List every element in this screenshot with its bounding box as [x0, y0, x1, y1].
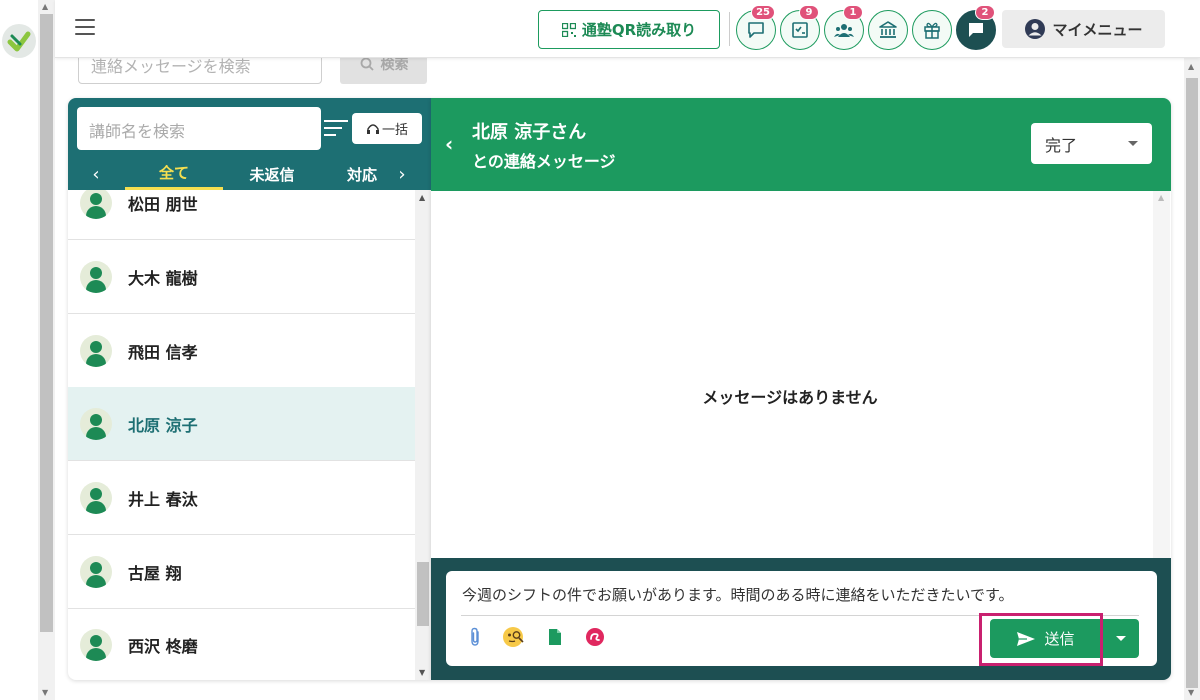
scroll-up-arrow-icon[interactable]: ▲: [1158, 193, 1164, 202]
scroll-up-arrow-icon[interactable]: ▲: [42, 2, 48, 11]
teacher-list-scrollbar[interactable]: ▲ ▼: [415, 190, 431, 680]
teacher-search-input[interactable]: 講師名を検索: [77, 107, 321, 150]
teacher-name: 井上 春汰: [128, 489, 198, 509]
top-header: 通塾QR読み取り 25 9 1 2 マイメニュー: [55, 0, 1200, 58]
link-tag-icon[interactable]: [582, 624, 608, 650]
notification-badge: 9: [799, 5, 819, 20]
my-menu-button[interactable]: マイメニュー: [1002, 10, 1165, 48]
list-item[interactable]: 大木 龍樹: [68, 240, 415, 314]
avatar: [80, 628, 112, 661]
attachment-icon[interactable]: [462, 624, 488, 650]
teacher-list-panel: 講師名を検索 一括 ‹ 全て 未返信 対応 › 松田 朋世 大木 龍樹 飛田 信…: [68, 98, 431, 680]
message-icon[interactable]: 2: [956, 5, 996, 50]
bulk-button[interactable]: 一括: [352, 113, 422, 144]
notification-badge: 2: [975, 5, 995, 20]
app-logo-icon[interactable]: [2, 24, 36, 58]
my-menu-label: マイメニュー: [1052, 20, 1143, 39]
scroll-down-arrow-icon[interactable]: ▼: [419, 668, 425, 677]
tab-handled[interactable]: 対応: [321, 158, 387, 190]
checklist-icon[interactable]: 9: [780, 5, 820, 50]
sidebar-scrollbar[interactable]: ▲ ▼: [38, 0, 55, 700]
send-options-dropdown[interactable]: [1103, 619, 1139, 658]
teacher-list-header: 講師名を検索 一括 ‹ 全て 未返信 対応 ›: [68, 98, 431, 190]
teacher-list: 松田 朋世 大木 龍樹 飛田 信孝 北原 涼子 井上 春汰 古屋 翔 西沢 柊磨: [68, 190, 415, 680]
send-button[interactable]: 送信: [990, 619, 1101, 658]
teacher-name: 松田 朋世: [128, 194, 198, 214]
avatar: [80, 407, 112, 440]
avatar: [80, 260, 112, 293]
qr-code-icon: [561, 22, 576, 37]
send-button-label: 送信: [1044, 630, 1075, 648]
conversation-subtitle: との連絡メッセージ: [472, 152, 616, 171]
tab-all[interactable]: 全て: [125, 158, 223, 190]
teacher-name: 北原 涼子: [128, 415, 198, 435]
sort-icon[interactable]: [324, 120, 348, 136]
avatar: [80, 481, 112, 514]
send-icon: [1017, 631, 1036, 646]
filter-tabs: ‹ 全て 未返信 対応 ›: [68, 158, 431, 190]
back-chevron-icon[interactable]: ‹: [445, 132, 453, 156]
conversation-title: 北原 涼子さん: [472, 122, 587, 143]
chevron-down-icon: [1116, 636, 1126, 641]
notification-badge: 25: [751, 5, 775, 20]
list-item[interactable]: 西沢 柊磨: [68, 608, 415, 680]
scroll-up-arrow-icon[interactable]: ▲: [419, 193, 425, 202]
chat-bubble-icon[interactable]: 25: [736, 5, 776, 50]
notification-badge: 1: [843, 5, 863, 20]
headset-icon: [366, 123, 379, 134]
bank-icon[interactable]: [868, 10, 908, 50]
menu-icon[interactable]: [75, 19, 95, 35]
chevron-down-icon: [1128, 141, 1138, 146]
qr-scan-button[interactable]: 通塾QR読み取り: [538, 10, 720, 49]
avatar: [80, 555, 112, 588]
conversation-scrollbar[interactable]: ▲: [1153, 191, 1170, 558]
scroll-thumb[interactable]: [1186, 78, 1198, 688]
tab-next-chevron-icon[interactable]: ›: [390, 164, 414, 185]
header-divider: [729, 12, 730, 46]
empty-state-text: メッセージはありません: [702, 388, 878, 407]
gift-icon[interactable]: [912, 10, 952, 50]
tab-unreplied[interactable]: 未返信: [223, 158, 321, 190]
group-icon[interactable]: 1: [824, 5, 864, 50]
status-value: 完了: [1045, 135, 1078, 155]
tab-prev-chevron-icon[interactable]: ‹: [84, 164, 108, 185]
avatar: [80, 190, 112, 219]
message-input[interactable]: 今週のシフトの件でお願いがあります。時間のある時に連絡をいただきたいです。: [462, 584, 1014, 605]
conversation-panel: ‹ 北原 涼子さん との連絡メッセージ 完了 メッセージはありません ▲ 今週の…: [431, 98, 1171, 680]
document-icon[interactable]: [542, 624, 568, 650]
list-item[interactable]: 井上 春汰: [68, 461, 415, 535]
list-item-selected[interactable]: 北原 涼子: [68, 387, 415, 461]
scroll-down-arrow-icon[interactable]: ▼: [42, 688, 48, 697]
scroll-up-arrow-icon[interactable]: ▲: [1188, 62, 1194, 71]
qr-scan-label: 通塾QR読み取り: [581, 21, 697, 39]
emoji-icon[interactable]: [501, 624, 527, 650]
app-rail: [0, 0, 38, 700]
message-composer: 今週のシフトの件でお願いがあります。時間のある時に連絡をいただきたいです。 送信: [446, 571, 1157, 666]
avatar: [80, 334, 112, 367]
teacher-name: 西沢 柊磨: [128, 636, 198, 656]
composer-divider: [461, 615, 1139, 616]
scroll-thumb[interactable]: [417, 562, 429, 626]
list-item[interactable]: 松田 朋世: [68, 190, 415, 240]
scroll-down-arrow-icon[interactable]: ▼: [1188, 688, 1194, 697]
list-item[interactable]: 古屋 翔: [68, 535, 415, 609]
search-icon: [360, 57, 374, 71]
bulk-button-label: 一括: [381, 123, 408, 138]
page-scrollbar[interactable]: ▲ ▼: [1184, 58, 1200, 700]
list-item[interactable]: 飛田 信孝: [68, 314, 415, 388]
teacher-name: 大木 龍樹: [128, 268, 198, 288]
status-select[interactable]: 完了: [1031, 123, 1152, 164]
conversation-header: ‹ 北原 涼子さん との連絡メッセージ 完了: [431, 98, 1171, 191]
teacher-name: 飛田 信孝: [128, 342, 198, 362]
scroll-thumb[interactable]: [40, 14, 53, 632]
composer-area: 今週のシフトの件でお願いがあります。時間のある時に連絡をいただきたいです。 送信: [431, 558, 1171, 680]
account-circle-icon: [1025, 19, 1046, 39]
teacher-name: 古屋 翔: [128, 563, 182, 583]
